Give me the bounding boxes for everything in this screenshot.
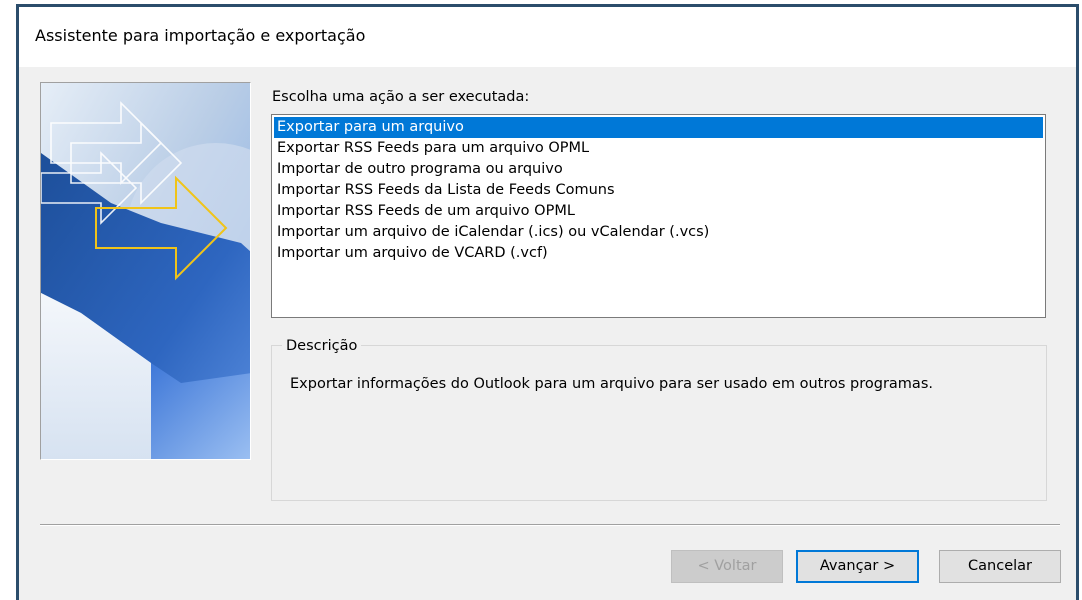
list-item-import-vcard[interactable]: Importar um arquivo de VCARD (.vcf) [274,243,1043,264]
description-text: Exportar informações do Outlook para um … [290,376,933,392]
next-button[interactable]: Avançar > [796,550,919,583]
window-title: Assistente para importação e exportação [35,26,366,45]
list-item-import-rss-common-list[interactable]: Importar RSS Feeds da Lista de Feeds Com… [274,180,1043,201]
cancel-button[interactable]: Cancelar [939,550,1061,583]
list-item-export-file[interactable]: Exportar para um arquivo [274,117,1043,138]
import-export-wizard-dialog: Assistente para importação e exportação [16,4,1079,600]
back-button[interactable]: < Voltar [671,550,783,583]
title-bar[interactable]: Assistente para importação e exportação [19,7,1076,67]
wizard-banner-image [40,82,251,460]
choose-action-label: Escolha uma ação a ser executada: [272,89,530,105]
arrow-graphic-icon [41,83,250,459]
list-item-import-other-program[interactable]: Importar de outro programa ou arquivo [274,159,1043,180]
list-item-import-rss-opml[interactable]: Importar RSS Feeds de um arquivo OPML [274,201,1043,222]
action-listbox[interactable]: Exportar para um arquivo Exportar RSS Fe… [271,114,1046,318]
list-item-import-icalendar[interactable]: Importar um arquivo de iCalendar (.ics) … [274,222,1043,243]
description-legend: Descrição [282,336,362,356]
list-item-export-rss-opml[interactable]: Exportar RSS Feeds para um arquivo OPML [274,138,1043,159]
description-groupbox: Descrição Exportar informações do Outloo… [271,336,1047,501]
footer-separator [40,524,1060,526]
